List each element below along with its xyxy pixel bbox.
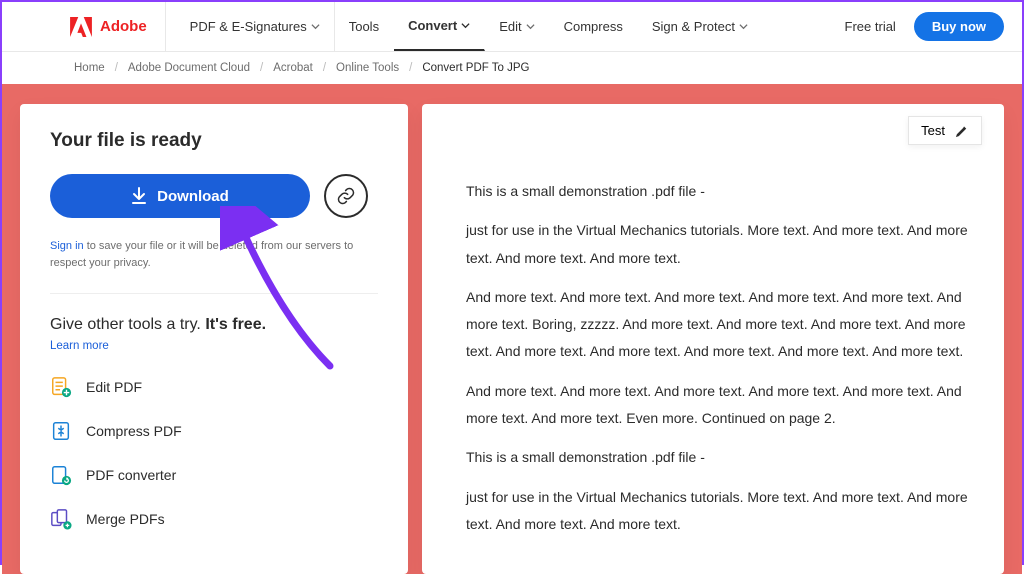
- crumb-current: Convert PDF To JPG: [422, 62, 529, 74]
- brand-name: Adobe: [100, 18, 147, 35]
- chevron-down-icon: [739, 22, 748, 31]
- pencil-icon: [955, 124, 969, 138]
- nav-sign-protect[interactable]: Sign & Protect: [638, 2, 763, 51]
- chevron-down-icon: [526, 22, 535, 31]
- share-link-button[interactable]: [324, 174, 368, 218]
- doc-paragraph: And more text. And more text. And more t…: [466, 284, 978, 366]
- nav-compress[interactable]: Compress: [550, 2, 638, 51]
- topnav: Adobe PDF & E-Signatures Tools Convert E…: [2, 2, 1022, 52]
- tool-merge-pdfs[interactable]: Merge PDFs: [50, 508, 378, 530]
- result-panel: Your file is ready Download Sign in to s…: [20, 104, 408, 574]
- doc-paragraph: This is a small demonstration .pdf file …: [466, 444, 978, 471]
- brand[interactable]: Adobe: [70, 2, 166, 51]
- adobe-logo-icon: [70, 17, 92, 37]
- chevron-down-icon: [311, 22, 320, 31]
- ready-heading: Your file is ready: [50, 130, 378, 152]
- nav-convert[interactable]: Convert: [394, 2, 485, 51]
- learn-more-link[interactable]: Learn more: [50, 340, 109, 352]
- file-name: Test: [921, 123, 945, 138]
- link-icon: [336, 186, 356, 206]
- download-icon: [131, 187, 147, 205]
- tool-pdf-converter[interactable]: PDF converter: [50, 464, 378, 486]
- divider: [50, 293, 378, 294]
- edit-pdf-icon: [50, 376, 72, 398]
- crumb-acrobat[interactable]: Acrobat: [273, 62, 313, 74]
- pdf-converter-icon: [50, 464, 72, 486]
- sign-in-link[interactable]: Sign in: [50, 240, 84, 252]
- crumb-home[interactable]: Home: [74, 62, 105, 74]
- doc-paragraph: just for use in the Virtual Mechanics tu…: [466, 217, 978, 272]
- doc-paragraph: And more text. And more text. And more t…: [466, 378, 978, 433]
- buy-now-button[interactable]: Buy now: [914, 12, 1004, 41]
- nav-pdf-esign[interactable]: PDF & E-Signatures: [176, 2, 335, 51]
- crumb-online-tools[interactable]: Online Tools: [336, 62, 399, 74]
- document-preview: This is a small demonstration .pdf file …: [466, 178, 978, 538]
- doc-paragraph: This is a small demonstration .pdf file …: [466, 178, 978, 205]
- nav-edit[interactable]: Edit: [485, 2, 549, 51]
- download-button[interactable]: Download: [50, 174, 310, 218]
- compress-pdf-icon: [50, 420, 72, 442]
- tool-edit-pdf[interactable]: Edit PDF: [50, 376, 378, 398]
- nav-free-trial[interactable]: Free trial: [827, 19, 914, 34]
- crumb-doc-cloud[interactable]: Adobe Document Cloud: [128, 62, 250, 74]
- file-name-chip[interactable]: Test: [908, 116, 982, 145]
- nav-tools[interactable]: Tools: [335, 2, 394, 51]
- stage: Your file is ready Download Sign in to s…: [2, 84, 1022, 574]
- doc-paragraph: just for use in the Virtual Mechanics tu…: [466, 484, 978, 539]
- signin-note: Sign in to save your file or it will be …: [50, 238, 378, 271]
- merge-pdfs-icon: [50, 508, 72, 530]
- breadcrumb: Home/ Adobe Document Cloud/ Acrobat/ Onl…: [2, 52, 1022, 84]
- try-other-title: Give other tools a try. It's free.: [50, 316, 378, 334]
- tool-compress-pdf[interactable]: Compress PDF: [50, 420, 378, 442]
- preview-panel: Test This is a small demonstration .pdf …: [422, 104, 1004, 574]
- chevron-down-icon: [461, 21, 470, 30]
